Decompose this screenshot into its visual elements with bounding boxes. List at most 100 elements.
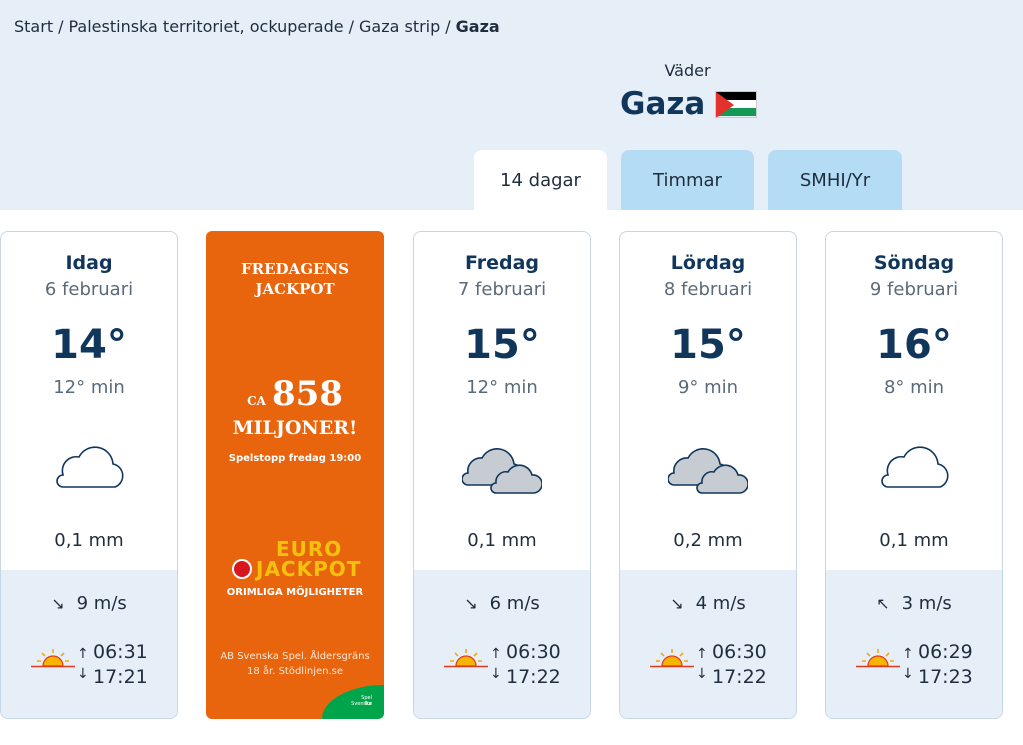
wind: ↖ 3 m/s bbox=[826, 593, 1002, 614]
day-details: ↘ 9 m/s ↑ ↓ 06:31 17:21 bbox=[1, 570, 177, 718]
precipitation: 0,1 mm bbox=[54, 530, 124, 551]
ad-headline: FREDAGENS JACKPOT bbox=[206, 259, 384, 299]
sunrise-sunset-arrows: ↑ ↓ bbox=[77, 646, 89, 682]
min-temperature: 12° min bbox=[53, 377, 125, 398]
wind-speed: 4 m/s bbox=[695, 593, 746, 614]
breadcrumb-separator: / bbox=[445, 17, 451, 36]
wind-direction-icon: ↘ bbox=[464, 594, 478, 613]
max-temperature: 16° bbox=[876, 322, 952, 368]
day-date: 8 februari bbox=[663, 279, 753, 300]
sun-time-values: 06:31 17:21 bbox=[93, 640, 148, 690]
ad-ca: CA bbox=[247, 393, 266, 408]
tab-timmar[interactable]: Timmar bbox=[621, 150, 754, 210]
breadcrumb-region[interactable]: Gaza strip bbox=[359, 17, 440, 36]
breadcrumb: Start / Palestinska territoriet, ockuperad… bbox=[14, 17, 500, 36]
advertisement-eurojackpot[interactable]: FREDAGENS JACKPOT CA 858 MILJONER! Spelsto… bbox=[206, 231, 384, 719]
min-temperature: 12° min bbox=[466, 377, 538, 398]
sunrise-sunset-arrows: ↑ ↓ bbox=[490, 646, 502, 682]
sunset-time: 17:21 bbox=[93, 666, 148, 688]
sunset-time: 17:23 bbox=[918, 666, 973, 688]
day-name: Idag bbox=[65, 252, 113, 274]
sunrise-time: 06:29 bbox=[918, 641, 973, 663]
min-temperature: 9° min bbox=[677, 377, 739, 398]
wind-speed: 9 m/s bbox=[76, 593, 127, 614]
svenska-spel-icon bbox=[232, 559, 252, 579]
sun-times: ↑ ↓ 06:30 17:22 bbox=[444, 640, 564, 690]
wind-speed: 3 m/s bbox=[901, 593, 952, 614]
day-date: 6 februari bbox=[44, 279, 134, 300]
day-name: Lördag bbox=[670, 252, 746, 274]
page-subtitle: Väder bbox=[664, 61, 711, 80]
cloud-icon bbox=[881, 446, 949, 488]
ad-tagline: ORIMLIGA MÖJLIGHETER bbox=[226, 587, 364, 598]
day-card-today[interactable]: Idag 6 februari 14° 12° min 0,1 mm ↘ 9 m/… bbox=[0, 231, 178, 719]
ad-miljoner: MILJONER! bbox=[232, 417, 358, 439]
precipitation: 0,1 mm bbox=[467, 530, 537, 551]
palestine-flag-icon bbox=[715, 90, 758, 118]
wind-direction-icon: ↖ bbox=[876, 594, 890, 613]
sun-times: ↑ ↓ 06:29 17:23 bbox=[856, 640, 976, 690]
corner-line2: Spel Tur bbox=[361, 695, 372, 707]
sun-times: ↑ ↓ 06:30 17:22 bbox=[650, 640, 770, 690]
sunrise-icon bbox=[650, 649, 694, 668]
wind-direction-icon: ↘ bbox=[670, 594, 684, 613]
sun-time-values: 06:29 17:23 bbox=[918, 640, 973, 690]
sunset-time: 17:22 bbox=[506, 666, 561, 688]
day-card-fredag[interactable]: Fredag 7 februari 15° 12° min 0,1 mm ↘ 6 … bbox=[413, 231, 591, 719]
ad-amount-value: 858 bbox=[271, 374, 343, 414]
sunset-time: 17:22 bbox=[712, 666, 767, 688]
page-title: Gaza bbox=[620, 86, 758, 122]
min-temperature: 8° min bbox=[883, 377, 945, 398]
sun-time-values: 06:30 17:22 bbox=[712, 640, 767, 690]
day-details: ↘ 4 m/s ↑ ↓ 06:30 17:22 bbox=[620, 570, 796, 718]
logo-jackpot-text: JACKPOT bbox=[256, 557, 362, 581]
ad-disclaimer-line1: AB Svenska Spel. Åldersgräns bbox=[220, 651, 370, 662]
breadcrumb-separator: / bbox=[58, 17, 64, 36]
day-card-lordag[interactable]: Lördag 8 februari 15° 9° min 0,2 mm ↘ 4 m… bbox=[619, 231, 797, 719]
max-temperature: 15° bbox=[670, 322, 746, 368]
sunrise-time: 06:31 bbox=[93, 641, 148, 663]
sunrise-icon bbox=[444, 649, 488, 668]
ad-headline-line2: JACKPOT bbox=[255, 280, 335, 298]
city-name: Gaza bbox=[620, 86, 706, 122]
day-date: 9 februari bbox=[869, 279, 959, 300]
wind-direction-icon: ↘ bbox=[51, 594, 65, 613]
ad-amount: CA 858 bbox=[206, 374, 384, 414]
svenska-spel-corner-logo: Svenska Spel Tur bbox=[322, 685, 384, 719]
breadcrumb-separator: / bbox=[348, 17, 354, 36]
breadcrumb-current: Gaza bbox=[455, 17, 500, 36]
wind-speed: 6 m/s bbox=[489, 593, 540, 614]
ad-spelstopp: Spelstopp fredag 19:00 bbox=[228, 453, 362, 464]
cloud-icon bbox=[56, 446, 124, 488]
precipitation: 0,1 mm bbox=[879, 530, 949, 551]
day-card-sondag[interactable]: Söndag 9 februari 16° 8° min 0,1 mm ↖ 3 m… bbox=[825, 231, 1003, 719]
breadcrumb-start[interactable]: Start bbox=[14, 17, 53, 36]
wind: ↘ 9 m/s bbox=[1, 593, 177, 614]
sunrise-sunset-arrows: ↑ ↓ bbox=[696, 646, 708, 682]
max-temperature: 15° bbox=[464, 322, 540, 368]
wind: ↘ 4 m/s bbox=[620, 593, 796, 614]
forecast-tabs: 14 dagar Timmar SMHI/Yr bbox=[474, 150, 902, 210]
sunrise-time: 06:30 bbox=[712, 641, 767, 663]
sun-times: ↑ ↓ 06:31 17:21 bbox=[31, 640, 151, 690]
day-date: 7 februari bbox=[457, 279, 547, 300]
tab-14-dagar[interactable]: 14 dagar bbox=[474, 150, 607, 210]
sun-time-values: 06:30 17:22 bbox=[506, 640, 561, 690]
breadcrumb-territory[interactable]: Palestinska territoriet, ockuperade bbox=[68, 17, 343, 36]
ad-disclaimer-line2: 18 år. Stödlinjen.se bbox=[246, 666, 344, 677]
clouds-icon bbox=[668, 448, 748, 494]
ad-disclaimer: AB Svenska Spel. Åldersgräns 18 år. Stödl… bbox=[206, 649, 384, 679]
day-details: ↖ 3 m/s ↑ ↓ 06:29 17:23 bbox=[826, 570, 1002, 718]
sunrise-sunset-arrows: ↑ ↓ bbox=[902, 646, 914, 682]
clouds-icon bbox=[462, 448, 542, 494]
day-details: ↘ 6 m/s ↑ ↓ 06:30 17:22 bbox=[414, 570, 590, 718]
sunrise-time: 06:30 bbox=[506, 641, 561, 663]
tab-smhi-yr[interactable]: SMHI/Yr bbox=[768, 150, 902, 210]
wind: ↘ 6 m/s bbox=[414, 593, 590, 614]
sunrise-icon bbox=[31, 649, 75, 668]
day-name: Fredag bbox=[464, 252, 540, 274]
max-temperature: 14° bbox=[51, 322, 127, 368]
day-name: Söndag bbox=[873, 252, 955, 274]
sunrise-icon bbox=[856, 649, 900, 668]
eurojackpot-logo: EURO JACKPOT bbox=[228, 537, 368, 585]
